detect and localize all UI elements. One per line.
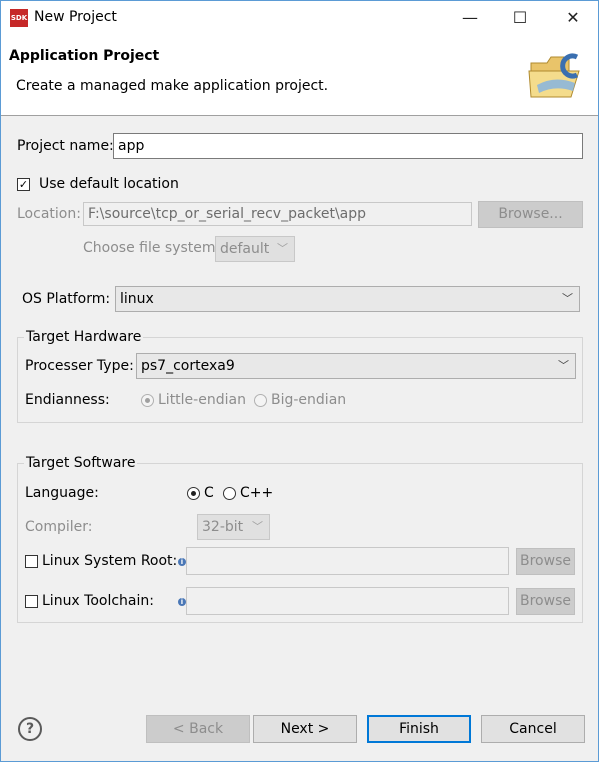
linux-system-root-browse-button[interactable]: Browse [516, 548, 575, 575]
language-c-label: C [204, 485, 214, 501]
window-title: New Project [34, 9, 117, 25]
wizard-header: Application Project Create a managed mak… [1, 35, 598, 116]
location-label: Location: [17, 206, 81, 222]
linux-toolchain-input[interactable] [186, 587, 509, 615]
back-button[interactable]: < Back [146, 715, 250, 743]
page-description: Create a managed make application projec… [16, 78, 329, 94]
close-button[interactable]: ✕ [550, 1, 596, 35]
file-system-select[interactable]: default ﹀ [215, 236, 295, 262]
compiler-select[interactable]: 32-bit ﹀ [197, 514, 270, 540]
linux-system-root-label: Linux System Root: [42, 553, 178, 569]
target-software-title: Target Software [24, 455, 138, 471]
chevron-down-icon: ﹀ [562, 292, 573, 305]
finish-button[interactable]: Finish [367, 715, 471, 743]
compiler-label: Compiler: [25, 519, 93, 535]
linux-toolchain-checkbox[interactable] [25, 595, 38, 608]
language-label: Language: [25, 485, 99, 501]
linux-toolchain-label: Linux Toolchain: [42, 593, 154, 609]
compiler-value: 32-bit [202, 519, 244, 535]
location-browse-button[interactable]: Browse... [478, 201, 583, 228]
info-icon: i [178, 598, 186, 606]
help-icon[interactable]: ? [18, 717, 42, 741]
os-platform-value: linux [120, 291, 154, 307]
maximize-button[interactable]: ☐ [497, 1, 543, 35]
page-title: Application Project [9, 48, 160, 64]
new-project-dialog: SDK New Project — ☐ ✕ Application Projec… [0, 0, 599, 762]
endianness-label: Endianness: [25, 392, 110, 408]
os-platform-label: OS Platform: [22, 291, 111, 307]
folder-c-icon [528, 53, 580, 98]
chevron-down-icon: ﹀ [277, 242, 288, 255]
linux-toolchain-browse-button[interactable]: Browse [516, 588, 575, 615]
little-endian-radio[interactable] [141, 394, 154, 407]
language-c-radio[interactable] [187, 487, 200, 500]
file-system-value: default [220, 241, 270, 257]
chevron-down-icon: ﹀ [252, 520, 263, 533]
linux-system-root-checkbox[interactable] [25, 555, 38, 568]
processor-type-label: Processer Type: [25, 358, 134, 374]
language-cpp-label: C++ [240, 485, 274, 501]
linux-system-root-input[interactable] [186, 547, 509, 575]
processor-type-select[interactable]: ps7_cortexa9 ﹀ [136, 353, 576, 379]
use-default-location-label: Use default location [39, 176, 179, 192]
big-endian-label: Big-endian [271, 392, 347, 408]
processor-type-value: ps7_cortexa9 [141, 358, 235, 374]
target-hardware-title: Target Hardware [24, 329, 144, 345]
info-icon: i [178, 558, 186, 566]
location-input[interactable]: F:\source\tcp_or_serial_recv_packet\app [83, 202, 472, 226]
little-endian-label: Little-endian [158, 392, 246, 408]
target-hardware-group [17, 337, 583, 423]
os-platform-select[interactable]: linux ﹀ [115, 286, 580, 312]
use-default-location-checkbox[interactable]: ✓ [17, 178, 30, 191]
project-name-input[interactable]: app [113, 133, 583, 159]
big-endian-radio[interactable] [254, 394, 267, 407]
title-bar: SDK New Project — ☐ ✕ [1, 1, 598, 35]
cancel-button[interactable]: Cancel [481, 715, 585, 743]
sdk-icon: SDK [10, 9, 28, 27]
file-system-label: Choose file system: [83, 240, 221, 256]
language-cpp-radio[interactable] [223, 487, 236, 500]
project-name-label: Project name: [17, 138, 114, 154]
next-button[interactable]: Next > [253, 715, 357, 743]
minimize-button[interactable]: — [447, 1, 493, 35]
chevron-down-icon: ﹀ [558, 359, 569, 372]
